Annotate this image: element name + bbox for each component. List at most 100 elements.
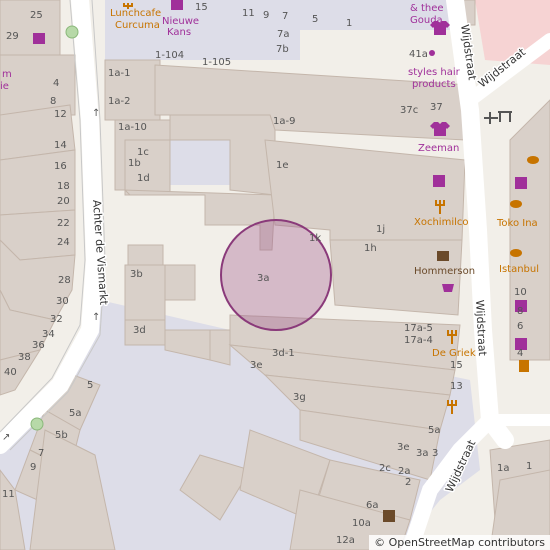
house-number: 5a [428, 425, 441, 436]
house-number: 1h [364, 243, 377, 254]
house-number: 4 [517, 348, 523, 359]
house-number: 3a [257, 273, 270, 284]
house-number: 22 [57, 218, 70, 229]
house-number: 17a-4 [404, 335, 433, 346]
house-number: 8 [517, 306, 523, 317]
house-number: 12a [336, 535, 355, 546]
poi-label-xochimilco: Xochimilco [414, 217, 469, 228]
house-number: 24 [57, 237, 70, 248]
shop-bag-icon [171, 0, 183, 10]
house-number: 30 [56, 296, 69, 307]
house-number: 1j [376, 224, 385, 235]
poi-label-thee: & thee [410, 3, 444, 14]
house-number: 7b [276, 44, 289, 55]
house-number: 18 [57, 181, 70, 192]
house-number: 10 [514, 287, 527, 298]
house-number: 1-104 [155, 50, 184, 61]
bakery-icon [383, 510, 395, 522]
oneway-arrow-up-2: ↑ [92, 312, 100, 323]
house-number: 10a [352, 518, 371, 529]
basket-icon [442, 284, 454, 292]
house-number: 1 [526, 461, 532, 472]
sweets-icon [437, 251, 449, 261]
house-number: 6 [517, 321, 523, 332]
house-number: 11 [242, 8, 255, 19]
house-number: 28 [58, 275, 71, 286]
house-number: 5 [312, 14, 318, 25]
house-number: 38 [18, 352, 31, 363]
house-number: 9 [263, 10, 269, 21]
house-number: 8 [50, 96, 56, 107]
poi-label-gouda: Gouda [410, 15, 443, 26]
house-number: 3a [416, 448, 429, 459]
tree-north [65, 25, 79, 39]
house-number: 1b [128, 158, 141, 169]
house-number: 29 [6, 31, 19, 42]
poi-label-left-ie: ie [0, 81, 9, 92]
house-number: 40 [4, 367, 17, 378]
shoe-icon [433, 175, 445, 187]
house-number: 3b [130, 269, 143, 280]
house-number: 1a-2 [108, 96, 130, 107]
house-number: 1c [137, 147, 149, 158]
poi-label-nieuwe: Nieuwe [162, 16, 199, 27]
house-number: 32 [50, 314, 63, 325]
house-number: 37 [430, 102, 443, 113]
poi-label-hommerson: Hommerson [414, 266, 475, 277]
house-number: 3g [293, 392, 306, 403]
poi-label-kans: Kans [167, 27, 191, 38]
map-svg: Achter de Vismarkt Wijdstraat Wijdstraat… [0, 0, 550, 550]
house-number: 3 [432, 448, 438, 459]
tree-south [30, 417, 44, 431]
house-number: 3d-1 [272, 348, 295, 359]
attribution-text[interactable]: © OpenStreetMap contributors [374, 536, 545, 549]
house-number: 5b [55, 430, 68, 441]
beauty-icon [515, 177, 527, 189]
house-number: 5 [87, 380, 93, 391]
house-number: 1 [346, 18, 352, 29]
house-number: 7a [277, 29, 290, 40]
house-number: 1-105 [202, 57, 231, 68]
fastfood-icon-2 [510, 200, 522, 208]
house-number: 36 [32, 340, 45, 351]
house-number: 2a [398, 466, 411, 477]
house-number: 3d [133, 325, 146, 336]
house-number: 2c [379, 463, 391, 474]
poi-label-istanbul: Istanbul [499, 264, 539, 275]
house-number: 15 [450, 360, 463, 371]
house-number: 4 [53, 78, 59, 89]
house-number: 3e [250, 360, 263, 371]
poi-label-lunchcafe: Lunchcafe [110, 8, 161, 19]
house-number: 9 [30, 462, 36, 473]
house-number: 1a-1 [108, 68, 130, 79]
oneway-arrow-ne: ↗ [2, 432, 10, 443]
fastfood-icon-3 [510, 249, 522, 257]
house-number: 1k [309, 233, 321, 244]
poi-label-curcuma: Curcuma [115, 20, 160, 31]
cafe-icon [519, 360, 529, 372]
house-number: 37c [400, 105, 418, 116]
house-number: 17a-5 [404, 323, 433, 334]
house-number: 5a [69, 408, 82, 419]
house-number: 41a [409, 49, 428, 60]
house-number: 14 [54, 140, 67, 151]
house-number: 20 [57, 196, 70, 207]
house-number: 1a-10 [118, 122, 147, 133]
house-number: 13 [450, 381, 463, 392]
house-number: 1a [497, 463, 510, 474]
house-number: 12 [54, 109, 67, 120]
map-canvas[interactable]: Achter de Vismarkt Wijdstraat Wijdstraat… [0, 0, 550, 550]
fastfood-icon-1 [527, 156, 539, 164]
poi-label-zeeman: Zeeman [418, 143, 459, 154]
house-number: 16 [54, 161, 67, 172]
house-number: 11 [2, 489, 15, 500]
house-number: 3e [397, 442, 410, 453]
poi-label-products: products [412, 79, 456, 90]
poi-label-de-griek: De Griek [432, 348, 476, 359]
house-number: 7 [38, 448, 44, 459]
house-number: 25 [30, 10, 43, 21]
map-attribution[interactable]: © OpenStreetMap contributors [369, 535, 550, 550]
house-number: 1a-9 [273, 116, 295, 127]
hairdresser-dot-icon [429, 50, 435, 56]
house-number: 6a [366, 500, 379, 511]
